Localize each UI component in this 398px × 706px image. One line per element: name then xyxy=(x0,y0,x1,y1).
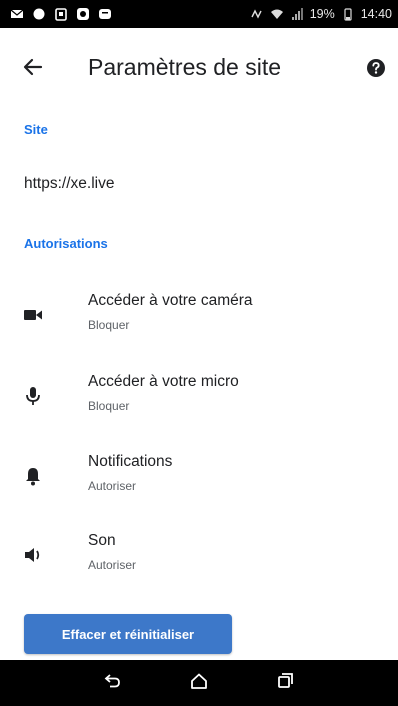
nav-recents-button[interactable] xyxy=(271,669,299,697)
toolbar: Paramètres de site xyxy=(0,28,398,110)
battery-icon xyxy=(341,7,355,21)
nav-home-button[interactable] xyxy=(185,669,213,697)
battery-percent: 19% xyxy=(309,7,335,21)
site-url: https://xe.live xyxy=(24,175,115,192)
permission-title: Son xyxy=(88,532,116,549)
mail-icon xyxy=(10,7,24,21)
permission-title: Notifications xyxy=(88,453,173,470)
nav-back-button[interactable] xyxy=(99,669,127,697)
permission-row-camera[interactable]: Accéder à votre caméra Bloquer xyxy=(0,286,398,358)
bell-icon xyxy=(22,465,44,487)
home-nav-icon xyxy=(190,672,208,695)
section-header-site: Site xyxy=(24,122,48,137)
microphone-icon xyxy=(22,385,44,407)
page-title: Paramètres de site xyxy=(88,54,282,80)
back-button[interactable] xyxy=(18,54,48,84)
reset-button[interactable]: Effacer et réinitialiser xyxy=(24,614,232,654)
status-time: 14:40 xyxy=(360,7,392,21)
permission-row-sound[interactable]: Son Autoriser xyxy=(0,526,398,598)
camera-icon xyxy=(22,304,44,326)
arrow-back-icon xyxy=(23,57,43,82)
screen: 19% 14:40 Paramètres de site Site https:… xyxy=(0,0,398,706)
permission-title: Accéder à votre caméra xyxy=(88,292,253,309)
clipboard-icon xyxy=(54,7,68,21)
permission-status: Bloquer xyxy=(88,318,130,332)
permission-status: Bloquer xyxy=(88,399,130,413)
app-icon xyxy=(76,7,90,21)
back-nav-icon xyxy=(104,673,122,694)
speaker-icon xyxy=(22,544,44,566)
status-left-icons xyxy=(10,7,112,21)
section-header-permissions: Autorisations xyxy=(24,236,108,251)
permission-row-notifications[interactable]: Notifications Autoriser xyxy=(0,447,398,519)
status-right-icons: 19% 14:40 xyxy=(250,7,392,21)
help-icon xyxy=(366,58,386,83)
message-icon xyxy=(98,7,112,21)
nfc-icon xyxy=(250,7,264,21)
wifi-icon xyxy=(270,7,284,21)
help-button[interactable] xyxy=(364,58,388,82)
status-bar: 19% 14:40 xyxy=(0,0,398,28)
navigation-bar xyxy=(0,660,398,706)
permission-status: Autoriser xyxy=(88,558,137,572)
permission-title: Accéder à votre micro xyxy=(88,373,239,390)
permission-status: Autoriser xyxy=(88,479,137,493)
record-icon xyxy=(32,7,46,21)
permission-row-microphone[interactable]: Accéder à votre micro Bloquer xyxy=(0,367,398,439)
signal-icon xyxy=(290,7,304,21)
recents-nav-icon xyxy=(276,672,294,695)
